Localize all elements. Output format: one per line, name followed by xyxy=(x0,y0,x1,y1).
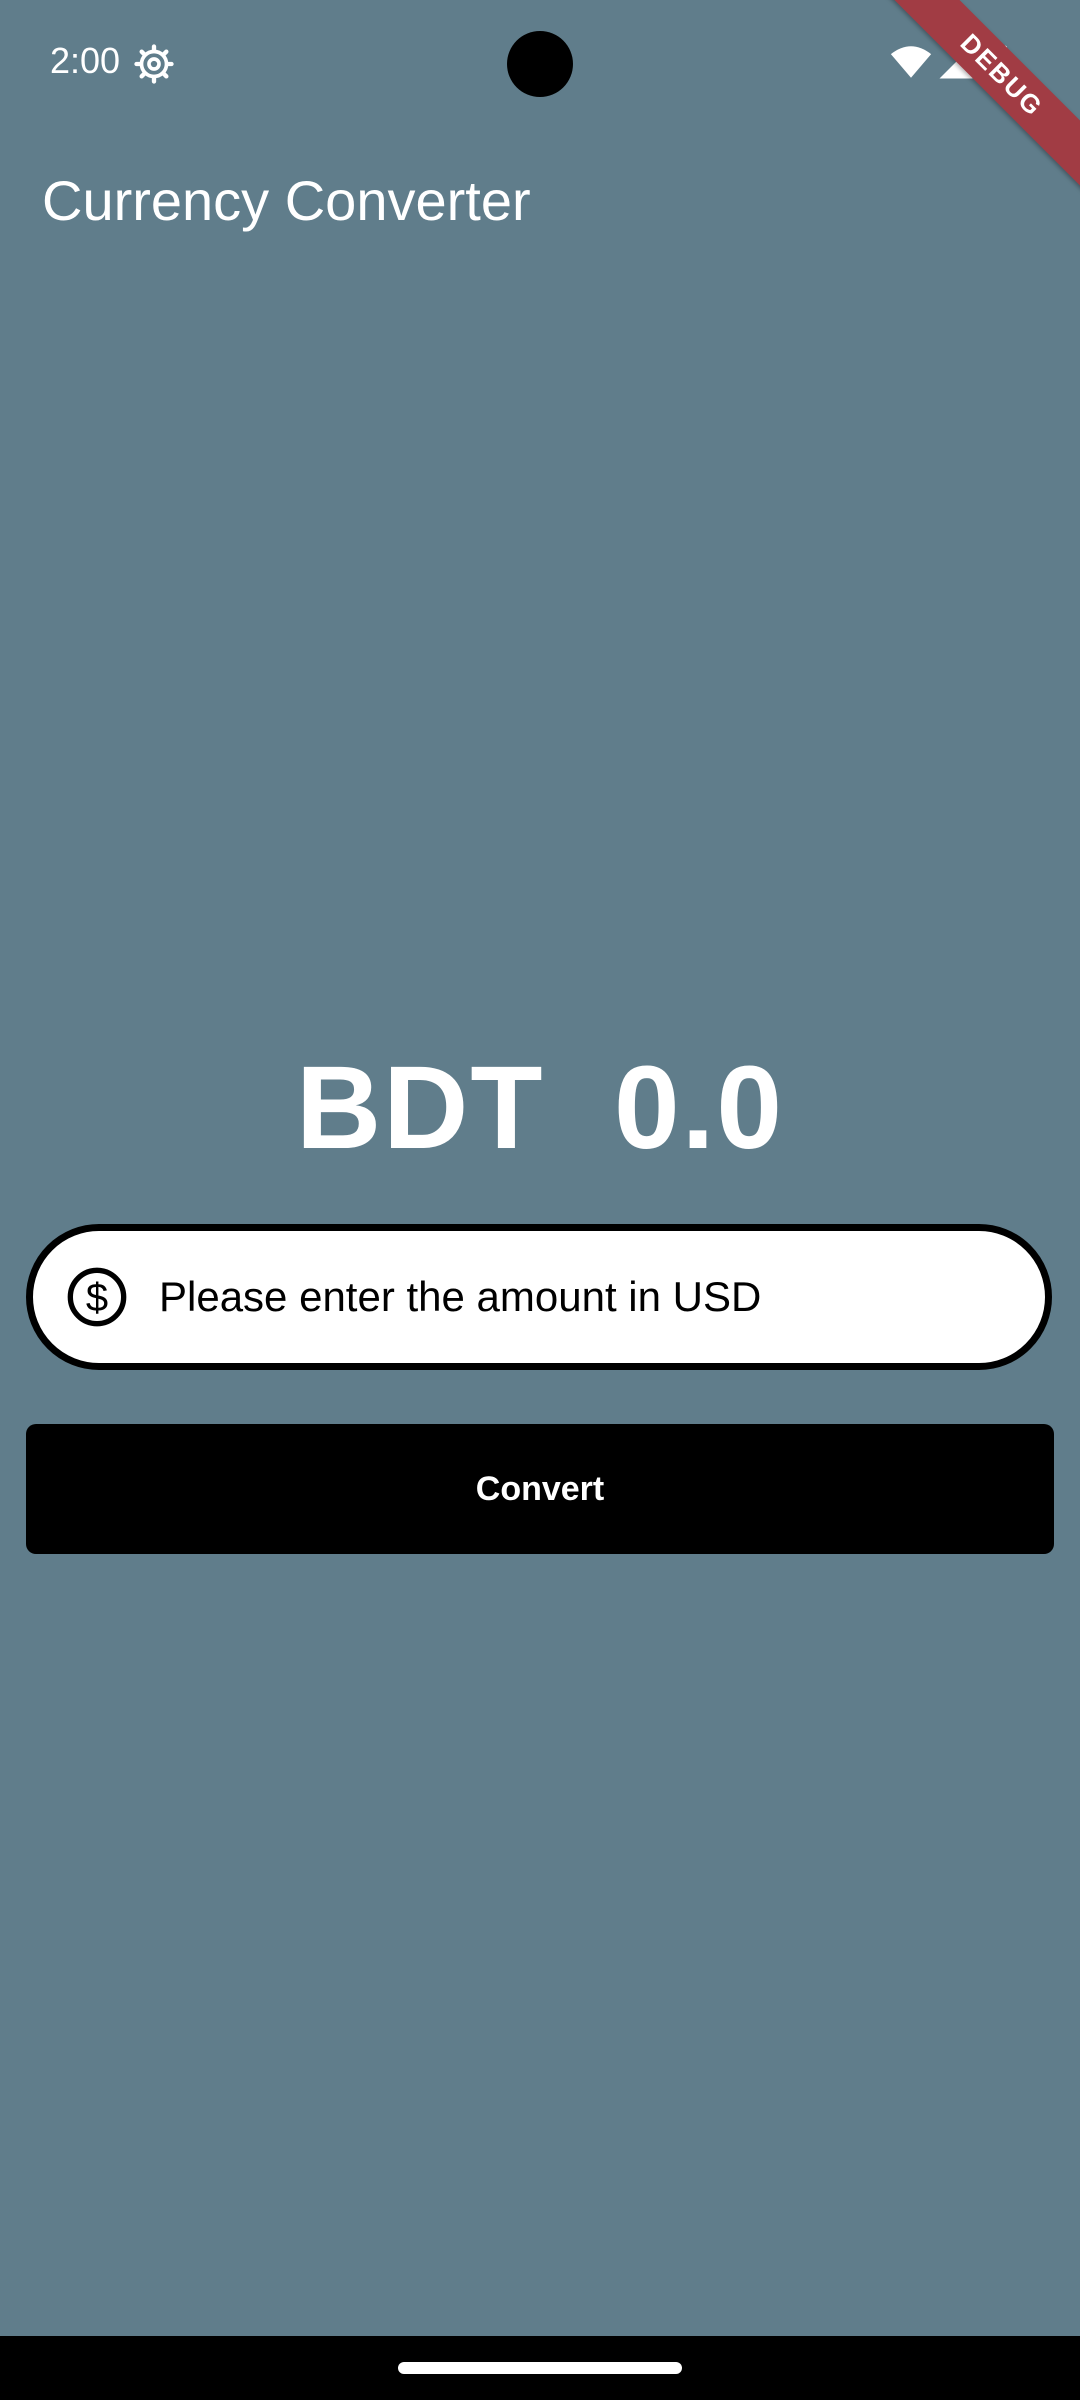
settings-gear-icon xyxy=(134,44,174,84)
svg-text:$: $ xyxy=(86,1276,108,1320)
home-indicator[interactable] xyxy=(398,2362,682,2374)
app-title: Currency Converter xyxy=(42,169,531,232)
currency-converter-screen: 2:00 DEBUG Currency Converter BDT 0.0 $ … xyxy=(0,0,1080,2400)
status-time: 2:00 xyxy=(50,40,121,81)
wifi-icon xyxy=(890,46,932,78)
camera-cutout xyxy=(507,31,573,97)
conversion-result: BDT 0.0 xyxy=(295,1042,785,1174)
convert-button[interactable]: Convert xyxy=(26,1424,1054,1554)
amount-field[interactable]: $ xyxy=(26,1224,1052,1370)
amount-input[interactable] xyxy=(159,1251,1019,1343)
dollar-circle-icon: $ xyxy=(67,1267,127,1327)
